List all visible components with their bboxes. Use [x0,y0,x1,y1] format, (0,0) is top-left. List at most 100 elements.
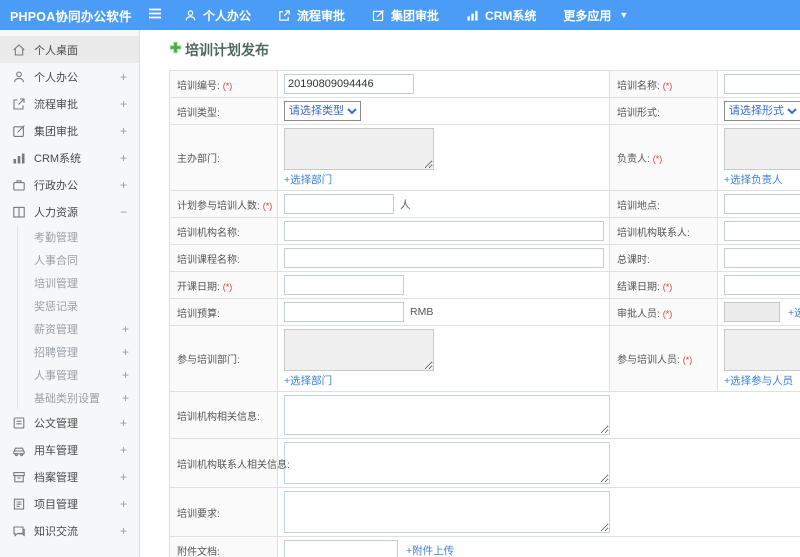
select-join-department-link[interactable]: +选择部门 [284,373,603,388]
label-training-mode: 培训形式: [609,97,718,125]
requirements-textarea[interactable] [284,491,610,533]
sidebar-item-crm[interactable]: CRM系统 + [0,144,139,171]
sidebar-item-projects[interactable]: 项目管理 + [0,490,139,517]
expand-plus[interactable]: + [122,391,129,405]
select-leader-link[interactable]: +选择负责人 [724,172,800,187]
join-department-textarea[interactable] [284,329,434,371]
expand-plus[interactable]: + [120,70,127,84]
expand-plus[interactable]: + [120,416,127,430]
form-row-number-name: 培训编号:(*) 培训名称:(*) [169,70,800,98]
sidebar-subitem-base-category[interactable]: 基础类别设置 + [18,386,139,409]
sidebar-item-label: 项目管理 [34,498,78,511]
expand-plus[interactable]: + [120,470,127,484]
approver-input[interactable] [724,302,780,322]
label-text: 培训形式: [617,107,660,119]
add-plus-icon [169,41,182,59]
nav-label: 个人办公 [203,8,252,23]
org-name-input[interactable] [284,221,604,241]
total-hours-input[interactable] [724,248,800,268]
sidebar-item-label: 公文管理 [34,417,78,430]
user-icon [12,70,26,84]
nav-group-approval[interactable]: 集团审批 [372,7,439,24]
collapse-minus[interactable]: − [120,205,127,219]
menu-toggle-button[interactable] [140,6,170,24]
nav-crm-system[interactable]: CRM系统 [466,7,536,24]
host-department-textarea[interactable] [284,128,434,170]
sidebar-item-workflow-approval[interactable]: 流程审批 + [0,90,139,117]
label-join-people: 参与培训人员: (*) [609,325,718,392]
planned-count-input[interactable] [284,194,394,214]
label-text: 培训预算: [177,308,220,320]
location-input[interactable] [724,194,800,214]
sidebar-subitem-salary[interactable]: 薪资管理 + [18,317,139,340]
sidebar-item-label: 流程审批 [34,98,78,111]
training-type-select[interactable]: 请选择类型 [284,101,361,121]
training-name-input[interactable] [724,74,800,94]
sidebar-subitem-recruitment[interactable]: 招聘管理 + [18,340,139,363]
attachment-upload-link[interactable]: +附件上传 [406,543,454,557]
page-title-row: 培训计划发布 [169,40,800,60]
expand-plus[interactable]: + [120,443,127,457]
org-info-textarea[interactable] [284,395,610,435]
training-number-input[interactable] [284,74,414,94]
expand-plus[interactable]: + [120,151,127,165]
sidebar-item-documents[interactable]: 公文管理 + [0,409,139,436]
sidebar-item-personal-desktop[interactable]: 个人桌面 [0,36,139,63]
sidebar-subitem-training[interactable]: 培训管理 [18,271,139,294]
form-row-count-location: 计划参与培训人数: (*) 人 培训地点: [169,190,800,218]
form-row-course-hours: 培训课程名称: 总课时: [169,244,800,272]
nav-label: 集团审批 [391,8,440,23]
attachment-input[interactable] [284,540,398,557]
select-approver-link[interactable]: +选择审批人员 [788,305,800,320]
expand-plus[interactable]: + [122,368,129,382]
expand-plus[interactable]: + [120,97,127,111]
sidebar-subitem-hr-contract[interactable]: 人事合同 [18,248,139,271]
org-contact-info-textarea[interactable] [284,442,610,484]
bar-chart-icon [466,9,479,22]
budget-input[interactable] [284,302,404,322]
nav-workflow-approval[interactable]: 流程审批 [278,7,345,24]
course-name-input[interactable] [284,248,604,268]
expand-plus[interactable]: + [120,497,127,511]
expand-plus[interactable]: + [120,524,127,538]
expand-plus[interactable]: + [122,345,129,359]
nav-personal-office[interactable]: 个人办公 [184,7,251,24]
sidebar-item-human-resources[interactable]: 人力资源 − [0,198,139,225]
sidebar-item-knowledge[interactable]: 知识交流 + [0,517,139,544]
expand-plus[interactable]: + [122,322,129,336]
leader-textarea[interactable] [724,128,800,170]
expand-plus[interactable]: + [120,178,127,192]
sidebar-item-group-approval[interactable]: 集团审批 + [0,117,139,144]
page-title: 培训计划发布 [185,42,269,58]
label-text: 培训要求: [177,508,220,520]
sidebar-subitem-attendance[interactable]: 考勤管理 [18,225,139,248]
label-text: 培训机构名称: [177,227,240,239]
select-join-people-link[interactable]: +选择参与人员 [724,373,800,388]
sidebar-subitem-rewards[interactable]: 奖惩记录 [18,294,139,317]
sidebar: 个人桌面 个人办公 + 流程审批 + 集团审批 + CRM系统 + 行政办公 + [0,30,140,557]
end-date-input[interactable] [724,275,800,295]
label-start-date: 开课日期: (*) [169,271,278,299]
expand-plus[interactable]: + [120,124,127,138]
main-content: 培训计划发布 培训编号:(*) 培训名称:(*) 培训类型: 请选择类型 培训形… [141,30,800,557]
sidebar-item-archives[interactable]: 档案管理 + [0,463,139,490]
sidebar-item-vehicles[interactable]: 用车管理 + [0,436,139,463]
org-contact-input[interactable] [724,221,800,241]
start-date-input[interactable] [284,275,404,295]
label-host-department: 主办部门: [169,124,278,191]
label-training-name: 培训名称: (*) [609,70,718,98]
clipboard-icon [12,497,26,511]
select-department-link[interactable]: +选择部门 [284,172,603,187]
label-org-name: 培训机构名称: [169,217,278,245]
sidebar-item-personal-office[interactable]: 个人办公 + [0,63,139,90]
join-people-textarea[interactable] [724,329,800,371]
sidebar-item-administrative-office[interactable]: 行政办公 + [0,171,139,198]
nav-more-apps[interactable]: 更多应用 ▼ [563,7,628,24]
share-icon [278,9,291,22]
edit-icon [12,124,26,138]
label-text: 培训地点: [617,200,660,212]
form-row-orgname-orgcontact: 培训机构名称: 培训机构联系人: [169,217,800,245]
sidebar-subitem-personnel[interactable]: 人事管理 + [18,363,139,386]
training-mode-select[interactable]: 请选择形式 [724,101,800,121]
label-text: 培训课程名称: [177,254,240,266]
